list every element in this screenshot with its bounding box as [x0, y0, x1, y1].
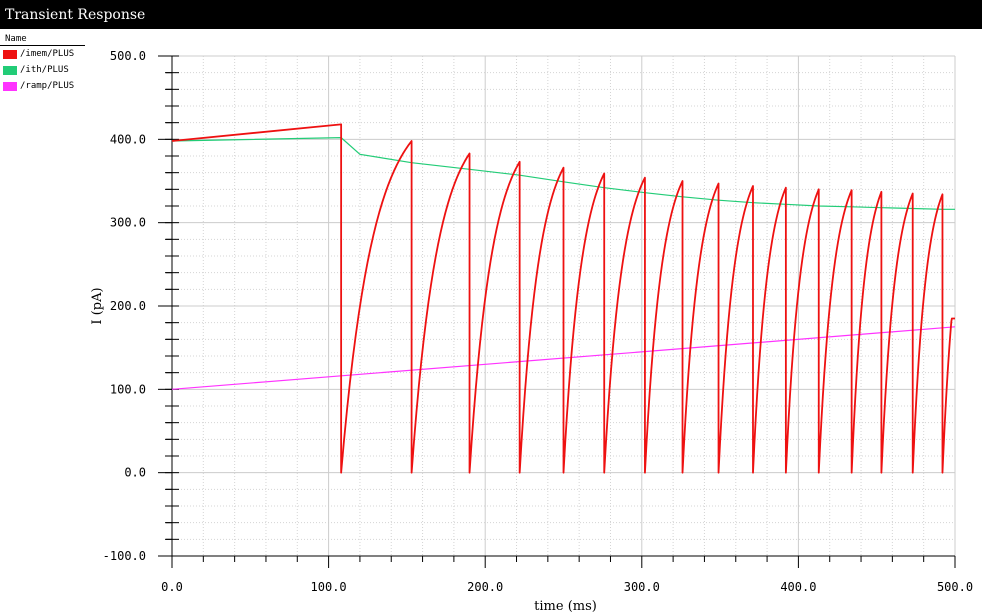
x-tick-label: 100.0	[311, 580, 347, 594]
y-tick-label: 200.0	[110, 299, 146, 313]
x-tick-label: 400.0	[780, 580, 816, 594]
x-tick-label: 300.0	[624, 580, 660, 594]
x-tick-label: 0.0	[161, 580, 183, 594]
y-tick-label: 300.0	[110, 216, 146, 230]
x-tick-label: 500.0	[937, 580, 973, 594]
x-axis-title: time (ms)	[534, 599, 597, 613]
y-tick-label: 500.0	[110, 49, 146, 63]
y-axis-title: I (pA)	[90, 287, 105, 324]
y-tick-label: 0.0	[124, 466, 146, 480]
y-tick-label: -100.0	[103, 549, 146, 563]
y-tick-label: 100.0	[110, 382, 146, 396]
series-line-imem	[171, 123, 956, 474]
x-tick-label: 200.0	[467, 580, 503, 594]
y-tick-label: 400.0	[110, 132, 146, 146]
transient-chart: -100.0 0.0 100.0 200.0 300.0 400.0 500.0 0.0 100…	[90, 49, 973, 613]
